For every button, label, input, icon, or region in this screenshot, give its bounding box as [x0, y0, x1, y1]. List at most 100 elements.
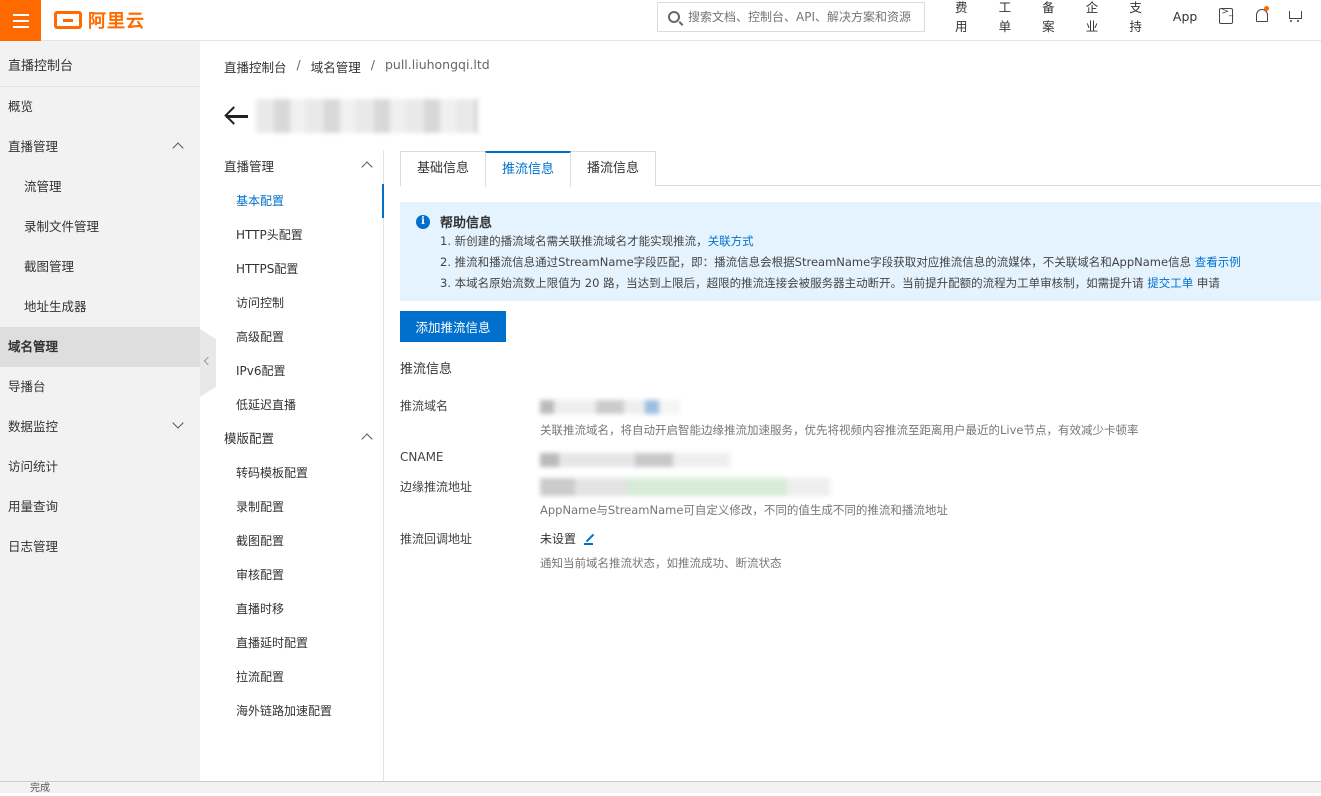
status-text: 完成	[30, 783, 50, 794]
subnav-group-label: 直播管理	[224, 159, 275, 174]
redacted-page-title	[256, 99, 478, 133]
sidebar-item-live-management[interactable]: 直播管理	[0, 127, 200, 167]
tab-push-info[interactable]: 推流信息	[485, 151, 572, 187]
breadcrumb-separator: /	[296, 57, 301, 72]
breadcrumb-live-console[interactable]: 直播控制台	[224, 57, 287, 76]
subnav-item-pull[interactable]: 拉流配置	[200, 660, 383, 694]
help-title: 帮助信息	[440, 216, 493, 231]
sidebar-item-url-generator[interactable]: 地址生成器	[0, 287, 200, 327]
sidebar-item-usage-query[interactable]: 用量查询	[0, 487, 200, 527]
sidebar-item-overview[interactable]: 概览	[0, 87, 200, 127]
tab-basic-info[interactable]: 基础信息	[400, 151, 487, 186]
subnav-item-timeshift[interactable]: 直播时移	[200, 592, 383, 626]
logo[interactable]: 阿里云	[54, 8, 145, 32]
sidebar-item-label: 流管理	[24, 179, 62, 194]
page-header	[224, 98, 478, 134]
subnav-item-access-control[interactable]: 访问控制	[200, 286, 383, 320]
sidebar-item-screenshots[interactable]: 截图管理	[0, 247, 200, 287]
push-domain-desc: 关联推流域名，将自动开启智能边缘推流加速服务，优先将视频内容推流至距离用户最近的…	[540, 423, 1139, 437]
sidebar-item-label: 导播台	[8, 379, 46, 394]
help-line-1: 1. 新创建的播流域名需关联推流域名才能实现推流，关联方式	[440, 231, 1321, 252]
config-subnav: 直播管理 基本配置 HTTP头配置 HTTPS配置 访问控制 高级配置 IPv6…	[200, 150, 384, 782]
sidebar-item-recording-files[interactable]: 录制文件管理	[0, 207, 200, 247]
back-arrow-icon[interactable]	[224, 106, 248, 126]
terminal-icon[interactable]	[1219, 7, 1233, 24]
add-push-info-button[interactable]: 添加推流信息	[400, 311, 506, 342]
callback-value: 未设置	[540, 532, 577, 546]
subnav-item-transcode[interactable]: 转码模板配置	[200, 456, 383, 490]
nav-icp[interactable]: 备案	[1042, 0, 1064, 35]
sidebar-item-monitoring[interactable]: 数据监控	[0, 407, 200, 447]
breadcrumb: 直播控制台 / 域名管理 / pull.liuhongqi.ltd	[224, 57, 500, 76]
tab-play-info[interactable]: 播流信息	[570, 151, 657, 186]
callback-label: 推流回调地址	[400, 532, 473, 546]
nav-app[interactable]: App	[1173, 9, 1197, 24]
sidebar-item-log-management[interactable]: 日志管理	[0, 527, 200, 567]
sidebar-item-domain-management[interactable]: 域名管理	[0, 327, 200, 367]
sidebar-title[interactable]: 直播控制台	[0, 41, 200, 87]
help-text: 申请	[1196, 276, 1220, 290]
link-submit-ticket[interactable]: 提交工单	[1147, 276, 1193, 290]
subnav-item-low-latency[interactable]: 低延迟直播	[200, 388, 383, 422]
breadcrumb-separator: /	[370, 57, 375, 72]
top-bar: 阿里云 费用 工单 备案 企业 支持 App	[0, 0, 1321, 41]
help-panel: i 帮助信息 1. 新创建的播流域名需关联推流域名才能实现推流，关联方式 2. …	[400, 202, 1321, 301]
subnav-item-basic-config[interactable]: 基本配置	[200, 184, 384, 218]
redacted-push-domain	[540, 400, 680, 414]
edit-icon[interactable]	[584, 533, 596, 545]
breadcrumb-current-domain: pull.liuhongqi.ltd	[384, 57, 490, 72]
help-line-3: 3. 本域名原始流数上限值为 20 路，当达到上限后，超限的推流连接会被服务器主…	[440, 273, 1321, 294]
sidebar-item-stream-management[interactable]: 流管理	[0, 167, 200, 207]
sidebar-item-label: 域名管理	[8, 339, 59, 354]
subnav-item-ipv6[interactable]: IPv6配置	[200, 354, 383, 388]
sidebar: 直播控制台 概览 直播管理 流管理 录制文件管理 截图管理 地址生成器 域名管理…	[0, 41, 200, 781]
sidebar-item-director[interactable]: 导播台	[0, 367, 200, 407]
help-text: 2. 推流和播流信息通过StreamName字段匹配，即：播流信息会根据Stre…	[440, 255, 1192, 269]
subnav-group-live-management[interactable]: 直播管理	[200, 150, 383, 184]
nav-enterprise[interactable]: 企业	[1086, 0, 1108, 35]
chevron-up-icon	[361, 161, 373, 173]
sidebar-item-label: 截图管理	[24, 259, 75, 274]
sidebar-item-label: 地址生成器	[24, 299, 87, 314]
callback-value-row: 未设置	[540, 530, 596, 547]
push-domain-label: 推流域名	[400, 399, 449, 413]
redacted-cname	[540, 453, 730, 467]
chevron-down-icon	[172, 417, 184, 429]
help-header: i 帮助信息	[416, 212, 1321, 231]
search-box[interactable]	[657, 2, 925, 32]
nav-tickets[interactable]: 工单	[999, 0, 1021, 35]
nav-billing[interactable]: 费用	[955, 0, 977, 35]
link-view-example[interactable]: 查看示例	[1195, 255, 1241, 269]
callback-desc: 通知当前域名推流状态，如推流成功、断流状态	[540, 556, 782, 570]
subnav-item-advanced[interactable]: 高级配置	[200, 320, 383, 354]
sidebar-item-label: 直播管理	[8, 139, 59, 154]
edge-push-label: 边缘推流地址	[400, 480, 473, 494]
subnav-item-delay[interactable]: 直播延时配置	[200, 626, 383, 660]
cart-icon[interactable]	[1287, 8, 1302, 24]
search-input[interactable]	[688, 10, 918, 24]
menu-button[interactable]	[0, 0, 41, 41]
sidebar-item-label: 录制文件管理	[24, 219, 100, 234]
help-text: 3. 本域名原始流数上限值为 20 路，当达到上限后，超限的推流连接会被服务器主…	[440, 276, 1144, 290]
logo-text: 阿里云	[88, 11, 145, 32]
redacted-edge-push-url	[540, 478, 830, 496]
status-bar: 完成	[0, 781, 1321, 794]
subnav-item-snapshot[interactable]: 截图配置	[200, 524, 383, 558]
nav-support[interactable]: 支持	[1129, 0, 1151, 35]
subnav-group-templates[interactable]: 模版配置	[200, 422, 383, 456]
bell-icon[interactable]	[1253, 6, 1270, 24]
help-line-2: 2. 推流和播流信息通过StreamName字段匹配，即：播流信息会根据Stre…	[440, 252, 1321, 273]
subnav-item-http-header[interactable]: HTTP头配置	[200, 218, 383, 252]
subnav-item-overseas[interactable]: 海外链路加速配置	[200, 694, 383, 728]
subnav-item-review[interactable]: 审核配置	[200, 558, 383, 592]
chevron-up-icon	[172, 142, 184, 154]
sidebar-item-access-stats[interactable]: 访问统计	[0, 447, 200, 487]
info-icon: i	[416, 214, 430, 229]
cname-label: CNAME	[400, 450, 444, 464]
link-association-method[interactable]: 关联方式	[708, 234, 754, 248]
chevron-up-icon	[361, 433, 373, 445]
help-text: 1. 新创建的播流域名需关联推流域名才能实现推流，	[440, 234, 708, 248]
subnav-item-recording[interactable]: 录制配置	[200, 490, 383, 524]
breadcrumb-domain-management[interactable]: 域名管理	[311, 57, 361, 76]
subnav-item-https[interactable]: HTTPS配置	[200, 252, 383, 286]
